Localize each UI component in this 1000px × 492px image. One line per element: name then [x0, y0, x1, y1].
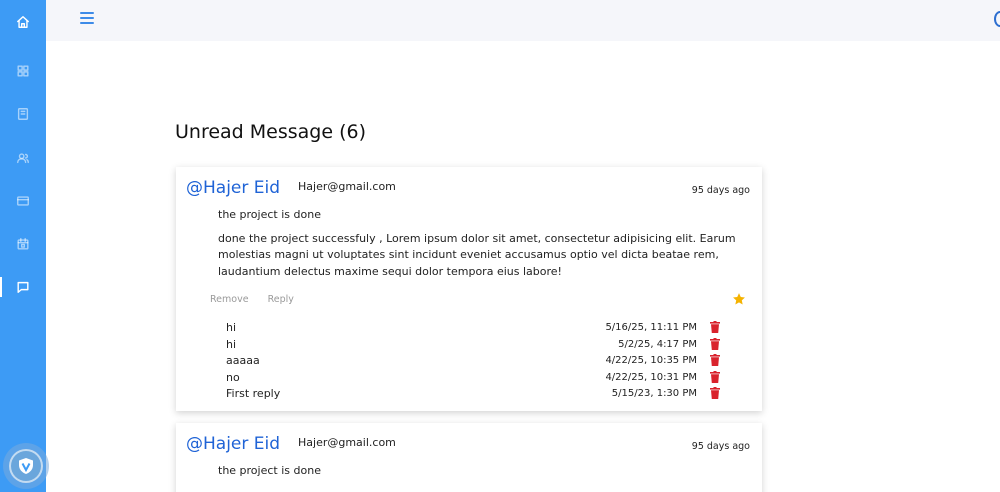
sidebar-item-home[interactable] [0, 7, 46, 37]
sidebar-item-users[interactable] [0, 143, 46, 173]
trash-icon[interactable] [710, 337, 720, 350]
message-subject: the project is done [218, 208, 321, 221]
shield-icon [19, 458, 33, 474]
message-time-ago: 95 days ago [691, 185, 750, 196]
trash-icon[interactable] [710, 370, 720, 383]
reply-item: no 4/22/25, 10:31 PM [226, 370, 726, 387]
reply-item: hi 5/2/25, 4:17 PM [226, 337, 726, 354]
message-icon [17, 281, 29, 293]
reply-button[interactable]: Reply [268, 294, 294, 305]
reply-date: 4/22/25, 10:35 PM [605, 355, 697, 366]
message-card: @Hajer Eid Hajer@gmail.com 95 days ago t… [176, 423, 762, 492]
reply-date: 5/16/25, 11:11 PM [605, 322, 697, 333]
remove-button[interactable]: Remove [210, 294, 249, 305]
star-icon[interactable] [732, 292, 746, 306]
reply-list: hi 5/16/25, 11:11 PM hi 5/2/25, 4:17 PM … [226, 320, 726, 403]
reply-date: 5/15/23, 1:30 PM [611, 388, 697, 399]
avatar[interactable] [994, 11, 1000, 27]
reply-text: no [226, 370, 240, 384]
reply-text: hi [226, 337, 237, 351]
menu-toggle-icon[interactable] [80, 12, 94, 24]
reply-item: aaaaa 4/22/25, 10:35 PM [226, 353, 726, 370]
calendar-icon [17, 238, 29, 250]
sidebar-item-messages[interactable] [0, 272, 46, 302]
message-actions: Remove Reply [210, 294, 310, 305]
message-time-ago: 95 days ago [691, 441, 750, 452]
sidebar-item-calendar[interactable] [0, 229, 46, 259]
trash-icon[interactable] [710, 387, 720, 399]
message-email: Hajer@gmail.com [298, 436, 396, 449]
sidebar-item-payments[interactable] [0, 186, 46, 216]
reply-item: First reply 5/15/23, 1:30 PM [226, 386, 726, 403]
reply-date: 4/22/25, 10:31 PM [605, 371, 697, 383]
sidebar-item-dashboard[interactable] [0, 56, 46, 86]
home-icon [17, 16, 29, 28]
sidebar [0, 0, 49, 492]
app-logo-button[interactable] [3, 443, 49, 489]
message-username[interactable]: @Hajer Eid [186, 434, 280, 454]
message-username[interactable]: @Hajer Eid [186, 178, 280, 198]
trash-icon[interactable] [710, 321, 720, 333]
page-title: Unread Message (6) [175, 121, 367, 143]
trash-icon[interactable] [710, 354, 720, 366]
topbar [46, 0, 1000, 41]
reply-text: First reply [226, 387, 281, 400]
reply-text: aaaaa [226, 354, 260, 367]
book-icon [17, 108, 29, 120]
message-subject: the project is done [218, 464, 321, 477]
sidebar-item-courses[interactable] [0, 99, 46, 129]
reply-date: 5/2/25, 4:17 PM [618, 338, 697, 350]
card-icon [17, 196, 29, 206]
message-card: @Hajer Eid Hajer@gmail.com 95 days ago t… [176, 167, 762, 411]
reply-item: hi 5/16/25, 11:11 PM [226, 320, 726, 337]
message-body: done the project successfuly , Lorem ips… [218, 232, 736, 278]
users-icon [17, 153, 29, 164]
message-email: Hajer@gmail.com [298, 180, 396, 193]
reply-text: hi [226, 321, 237, 334]
grid-icon [17, 65, 29, 77]
